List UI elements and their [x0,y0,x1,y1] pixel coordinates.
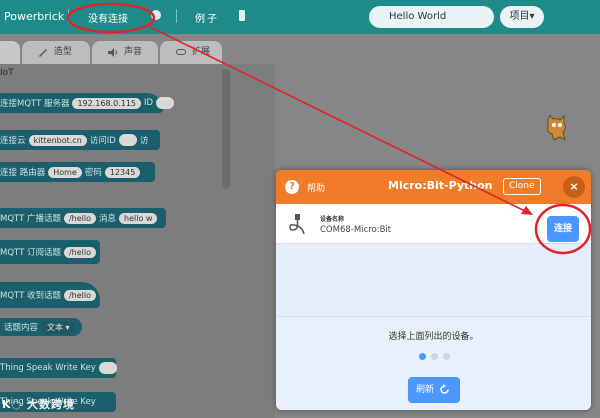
tab-costumes-label: 造型 [54,47,73,57]
block-topic-content[interactable]: 话题内容 文本 ▾ [0,318,82,336]
instruction-text: 选择上面列出的设备。 [388,332,479,342]
loading-dot [431,353,438,360]
editor-tabs: 造型 声音 扩展 [0,38,290,64]
block-text: MQTT 收到话题 [0,291,61,301]
block-input[interactable] [118,134,137,146]
block-thingspeak-key[interactable]: Thing Speak Write Key [0,358,117,378]
block-text: 连接MQTT 服务器 [0,99,70,109]
block-router-connect[interactable]: 连接 路由器 Home 密码 12345 [0,162,155,182]
block-text: MQTT 订阅话题 [0,248,61,258]
block-mqtt-subscribe[interactable]: MQTT 订阅话题 /hello [0,240,100,264]
close-button[interactable]: × [563,176,585,198]
connect-button[interactable]: 连接 [547,216,579,242]
block-dropdown[interactable]: 文本 ▾ [41,320,76,334]
settings-icon[interactable] [151,10,161,20]
speaker-icon [108,48,117,57]
dialog-header: ? 帮助 Micro:Bit-Python Clone × [276,170,591,204]
help-link[interactable]: 帮助 [307,181,325,194]
connection-dialog: ? 帮助 Micro:Bit-Python Clone × 设备名称 COM68… [276,170,591,410]
loading-dot [419,353,426,360]
help-icon[interactable]: ? [285,180,299,194]
tab-code[interactable] [0,41,20,64]
block-input[interactable] [156,97,175,109]
block-input[interactable]: Home [48,166,82,178]
block-dropdown-label: 文本 [47,322,64,332]
device-name-label: 设备名称 [320,216,345,223]
dialog-title: Micro:Bit-Python [388,179,493,192]
block-text: 访问ID [89,136,116,146]
block-mqtt-received[interactable]: MQTT 收到话题 /hello [0,282,100,308]
block-text: Thing Speak Write Key [0,363,96,373]
block-input[interactable] [98,362,117,374]
project-menu-label: 项目 [509,11,530,22]
block-input[interactable]: /hello [63,289,96,301]
block-text: MQTT 广播话题 [0,214,61,224]
project-name-input[interactable]: Hello World [369,6,494,28]
device-name: COM68-Micro:Bit [320,225,392,235]
block-input[interactable]: kittenbot.cn [28,134,87,146]
watermark: K◌ 大数跨境 [2,396,75,412]
examples-menu[interactable]: 例子 [195,10,219,25]
block-mqtt-connect[interactable]: 连接MQTT 服务器 192.168.0.115 ID [0,93,175,113]
usb-cable-icon [289,214,305,234]
block-mqtt-publish[interactable]: MQTT 广播话题 /hello 消息 hello w [0,208,166,228]
tab-costumes[interactable]: 造型 [22,41,90,64]
block-input[interactable]: hello w [119,212,158,224]
block-text: 密码 [84,168,102,178]
tab-sounds[interactable]: 声音 [92,41,158,64]
block-input[interactable]: 192.168.0.115 [72,97,141,109]
clone-button[interactable]: Clone [503,178,541,195]
block-input[interactable]: 12345 [104,166,141,178]
connection-status-button[interactable]: 没有连接 [88,10,128,25]
menu-separator [68,9,69,23]
sprite-cat-icon[interactable] [540,114,570,142]
loading-dots [419,353,455,361]
block-text: 消息 [99,214,117,224]
palette-scrollbar[interactable] [222,69,230,189]
tab-extensions[interactable]: 扩展 [160,41,222,64]
menu-separator [176,9,177,23]
tab-extensions-label: 扩展 [192,47,211,57]
block-text: ID [144,98,154,108]
refresh-button-label: 刷新 [416,385,435,395]
block-input[interactable]: /hello [63,246,96,258]
project-menu[interactable]: 项目▾ [500,6,544,28]
brush-icon [39,49,47,57]
device-list: 设备名称 COM68-Micro:Bit [276,204,591,316]
block-cloud-connect[interactable]: 连接云 kittenbot.cn 访问ID 访 [0,130,160,150]
tab-sounds-label: 声音 [124,47,143,57]
block-text: 访 [139,136,149,146]
watermark-logo-icon: K◌ [2,398,27,411]
refresh-button[interactable]: 刷新 [408,377,460,403]
loading-dot [443,353,450,360]
dialog-footer: 选择上面列出的设备。 刷新 [276,316,591,410]
block-text: 连接云 [0,136,26,146]
category-title: IoT [0,68,14,78]
watermark-text: 大数跨境 [26,398,75,411]
extension-icon [176,49,186,55]
block-text: 话题内容 [4,323,39,333]
menu-bar: Powerbrick 没有连接 例子 Hello World 项目▾ [0,0,600,34]
trash-icon[interactable] [239,10,245,21]
block-input[interactable]: /hello [63,212,96,224]
refresh-icon [440,384,449,394]
block-text: 连接 路由器 [0,168,46,178]
brand-menu[interactable]: Powerbrick [4,10,64,23]
list-item[interactable]: 设备名称 COM68-Micro:Bit [276,204,591,244]
